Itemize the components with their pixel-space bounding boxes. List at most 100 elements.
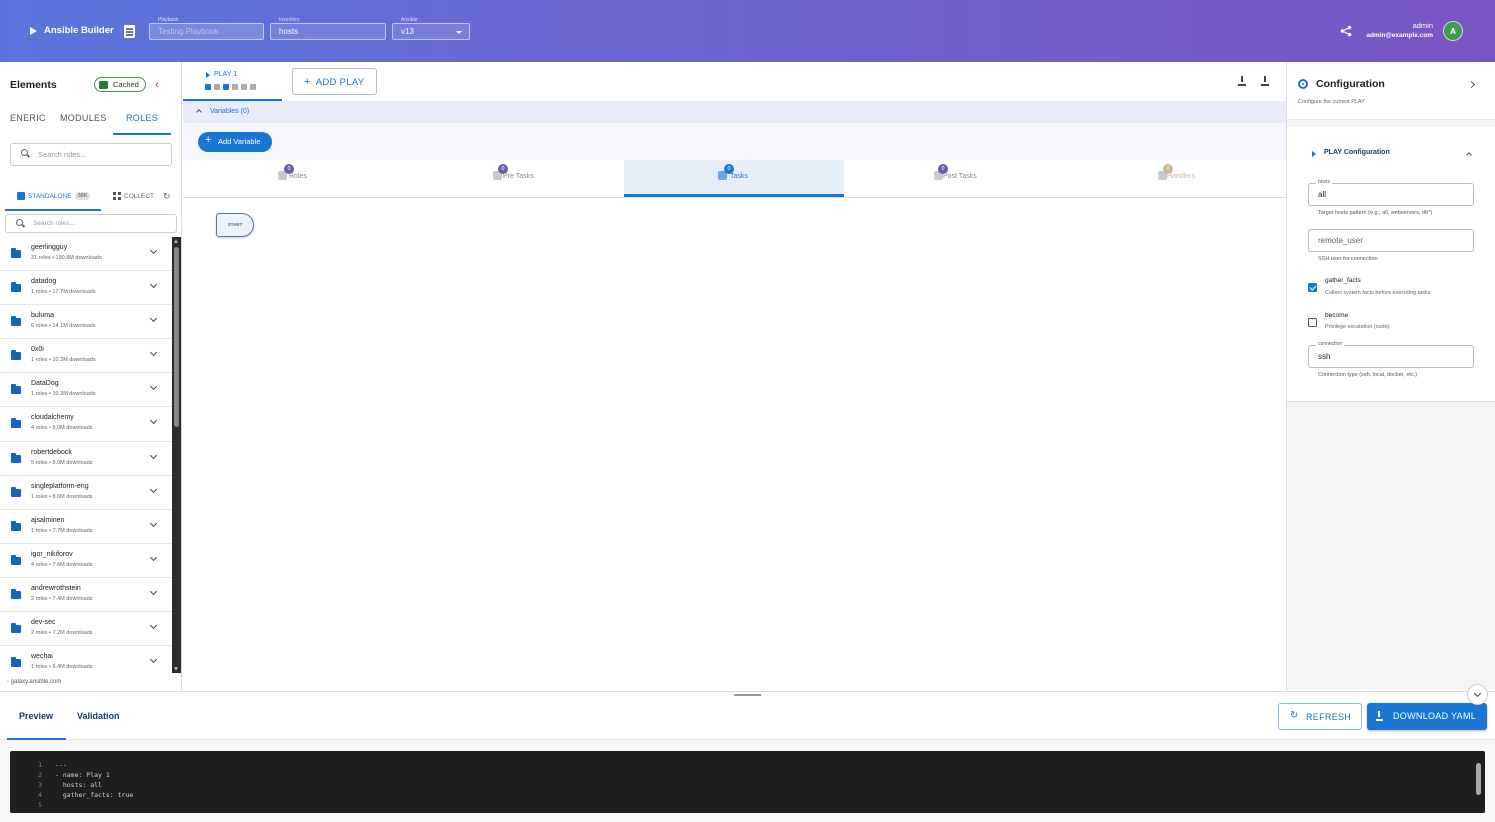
avatar[interactable]: A [1443,21,1463,41]
role-namespace: ajsalminen [31,516,65,524]
list-item[interactable]: ajsalminen 1 roles • 7.7M downloads [0,510,172,544]
panel-drag-handle[interactable] [734,694,761,696]
subtab-collections[interactable]: COLLECT [113,192,154,200]
variables-accordion[interactable]: Variables (0) [183,101,1286,123]
scroll-thumb[interactable] [174,247,179,427]
ansible-version-select[interactable]: Ansible v13 [392,17,470,40]
tab-validation[interactable]: Validation [77,711,120,721]
list-item[interactable]: singleplatform-eng 1 roles • 8.6M downloa… [0,476,172,510]
list-item[interactable]: geerlingguy 31 roles • 190.8M downloads [0,237,172,272]
inventory-field[interactable]: Inventory hosts [270,17,386,40]
galaxy-source-link[interactable]: galaxy.ansible.com [7,679,62,685]
scroll-down-icon[interactable] [174,667,178,671]
subtab-standalone[interactable]: STANDALONE 38K [17,192,91,200]
list-item[interactable]: dev-sec 2 roles • 7.2M downloads [0,612,172,647]
chevron-down-icon[interactable] [149,553,158,561]
flow-canvas[interactable]: START [183,199,1286,690]
folder-icon [11,350,21,361]
gather-facts-checkbox[interactable] [1308,283,1317,292]
folder-icon [11,282,21,293]
refresh-icon[interactable]: ↻ [163,191,171,202]
role-meta: 4 roles • 8.0M downloads [31,425,93,432]
playbook-name-field[interactable]: Playbook Testing Playbook [149,17,264,40]
add-play-button[interactable]: + ADD PLAY [292,68,377,95]
line-text: --- [55,761,67,769]
connection-field[interactable]: connection ssh [1308,341,1474,368]
code-line: 5 [10,801,1485,811]
share-icon[interactable] [1340,25,1352,37]
tab-roles-section[interactable]: 0 Roles [183,160,403,197]
chevron-up-icon[interactable] [1466,152,1472,158]
list-item[interactable]: wechai 1 roles • 6.4M downloads [0,646,172,673]
tab-modules[interactable]: MODULES [60,113,107,123]
role-list-scrollbar[interactable] [172,237,181,673]
list-item[interactable]: buluma 6 roles • 14.1M downloads [0,305,172,340]
chevron-down-icon [456,31,462,34]
chevron-down-icon[interactable] [1467,684,1488,705]
search-roles-input[interactable]: Search roles... [10,143,172,166]
handlers-mini-icon [241,84,247,90]
chevron-down-icon[interactable] [149,417,158,425]
list-item[interactable]: cloudalchemy 4 roles • 8.0M downloads [0,407,172,442]
tab-tasks[interactable]: 0 Tasks [624,160,844,197]
folder-icon [11,554,21,565]
role-meta: 5 roles • 8.0M downloads [31,459,93,466]
scroll-up-icon[interactable] [174,239,178,243]
list-item[interactable]: datadog 1 roles • 17.7M downloads [0,271,172,306]
line-number: 1 [38,761,42,769]
list-item[interactable]: 0x0i 1 roles • 10.3M downloads [0,339,172,374]
remote-user-field[interactable]: remote_user [1308,229,1474,252]
cached-badge: Cached [94,77,146,92]
chevron-down-icon[interactable] [149,349,158,357]
chevron-down-icon[interactable] [149,451,158,459]
play-config-section-title[interactable]: PLAY Configuration [1324,149,1390,156]
tab-play-1[interactable]: PLAY 1 [183,62,282,101]
search-roles-input-secondary[interactable]: Search roles... [5,214,177,233]
become-label: become [1325,312,1349,319]
upload-icon[interactable] [1238,76,1246,86]
chevron-down-icon[interactable] [149,519,158,527]
tab-generic[interactable]: ENERIC [10,113,46,123]
chevron-down-icon[interactable] [149,656,158,664]
chevron-down-icon[interactable] [149,587,158,595]
folder-icon [11,520,21,531]
folder-icon [11,588,21,599]
search-placeholder-secondary: Search roles... [33,220,75,227]
line-text: hosts: all [55,781,102,789]
search-placeholder: Search roles... [38,150,87,159]
line-number: 2 [38,771,42,779]
folder-icon [11,623,21,634]
chevron-down-icon[interactable] [149,485,158,493]
chevron-down-icon[interactable] [149,246,158,255]
hosts-field[interactable]: hosts all [1308,179,1474,206]
download-yaml-button[interactable]: DOWNLOAD YAML [1367,703,1487,730]
list-item[interactable]: igor_nikiforov 4 roles • 7.6M downloads [0,544,172,578]
ansible-field-value: v13 [401,27,414,36]
document-icon[interactable] [124,25,135,38]
chevron-down-icon[interactable] [149,383,158,391]
role-list: geerlingguy 31 roles • 190.8M downloads da… [0,237,172,673]
tab-handlers[interactable]: 0 Handlers [1065,160,1285,197]
list-item[interactable]: andrewrothstein 2 roles • 7.4M downloads [0,578,172,613]
add-variable-button[interactable]: Add Variable [198,132,272,152]
download-icon[interactable] [1261,76,1269,86]
chevron-down-icon[interactable] [149,315,158,323]
app-brand[interactable]: Ansible Builder [30,25,114,36]
tab-pre-tasks[interactable]: 0 Pre Tasks [403,160,623,197]
yaml-preview[interactable]: 1 --- 2- name: Play 13 hosts: all 4 gather_… [10,751,1485,813]
tab-preview[interactable]: Preview [19,711,53,721]
role-meta: 1 roles • 17.7M downloads [31,289,96,296]
start-node[interactable]: START [216,213,254,237]
refresh-button[interactable]: REFRESH [1278,703,1362,730]
chevron-down-icon[interactable] [149,281,158,289]
code-line: 2 - name: Play 1 [10,771,1485,781]
tab-post-tasks[interactable]: 0 Post Tasks [845,160,1065,197]
role-meta: 4 roles • 7.6M downloads [31,561,93,568]
tab-roles[interactable]: ROLES [126,113,158,123]
list-item[interactable]: DataDog 1 roles • 10.3M downloads [0,373,172,408]
become-checkbox[interactable] [1308,318,1317,327]
chevron-down-icon[interactable] [149,621,158,630]
chevron-right-icon[interactable] [1467,80,1476,89]
chevron-left-icon[interactable]: ‹ [155,79,159,91]
list-item[interactable]: robertdebock 5 roles • 8.0M downloads [0,442,172,476]
